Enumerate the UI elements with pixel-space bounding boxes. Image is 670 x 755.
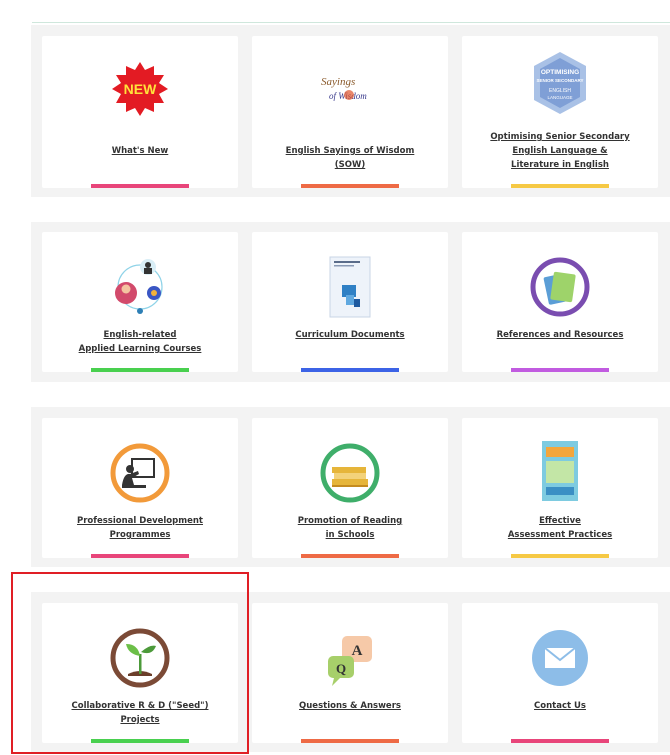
card-accent-bar (301, 739, 399, 743)
card-label: Promotion of Reading in Schools (260, 514, 440, 542)
card-label-line: Projects (120, 715, 160, 725)
card-accent-bar (301, 554, 399, 558)
svg-text:ENGLISH: ENGLISH (549, 88, 571, 94)
seedling-icon (42, 623, 238, 693)
card-english-sayings-of-wisdom[interactable]: Sayings of Wisdom English Sayings of Wis… (252, 36, 448, 188)
card-effective-assessment[interactable]: Effective Assessment Practices (462, 418, 658, 558)
card-accent-bar (91, 368, 189, 372)
card-label-line: Literature in English (511, 160, 609, 170)
card-label-line: References and Resources (496, 330, 624, 340)
card-label: Contact Us (470, 699, 650, 713)
card-label-line: Assessment Practices (507, 530, 613, 540)
card-accent-bar (511, 554, 609, 558)
card-label-line: What's New (111, 146, 169, 156)
teacher-presentation-icon (42, 438, 238, 508)
card-accent-bar (511, 739, 609, 743)
card-label-line: Questions & Answers (299, 701, 401, 711)
new-badge-icon: NEW (42, 54, 238, 124)
card-optimising-senior-secondary[interactable]: OPTIMISING SENIOR SECONDARY ENGLISH LANG… (462, 36, 658, 188)
card-label: Professional Development Programmes (50, 514, 230, 542)
card-label-line: English Sayings of Wisdom (285, 146, 415, 156)
card-label-line: Programmes (109, 530, 171, 540)
card-label: Effective Assessment Practices (470, 514, 650, 542)
svg-text:NEW: NEW (124, 81, 157, 97)
card-contact-us[interactable]: Contact Us (462, 603, 658, 743)
card-label-line: Optimising Senior Secondary (490, 132, 630, 142)
card-english-related-applied-learning[interactable]: English-related Applied Learning Courses (42, 232, 238, 372)
card-whats-new[interactable]: NEW What's New (42, 36, 238, 188)
curriculum-document-icon (252, 252, 448, 322)
svg-text:Sayings: Sayings (321, 76, 355, 88)
card-curriculum-documents[interactable]: Curriculum Documents (252, 232, 448, 372)
card-label-line: in Schools (325, 530, 375, 540)
card-label-line: Curriculum Documents (295, 330, 405, 340)
card-questions-and-answers[interactable]: A Q Questions & Answers (252, 603, 448, 743)
svg-text:LANGUAGE: LANGUAGE (547, 95, 572, 100)
card-label: References and Resources (470, 328, 650, 342)
card-accent-bar (91, 554, 189, 558)
card-label: Collaborative R & D ("Seed") Projects (50, 699, 230, 727)
question-answer-bubbles-icon: A Q (252, 625, 448, 695)
assessment-booklet-icon (462, 436, 658, 506)
card-accent-bar (301, 184, 399, 188)
card-label-line: Professional Development (77, 516, 203, 526)
card-label-line: (SOW) (334, 160, 366, 170)
svg-text:A: A (352, 643, 363, 659)
card-label-line: English Language & (512, 146, 608, 156)
card-label-line: Applied Learning Courses (78, 344, 202, 354)
references-books-icon (462, 252, 658, 322)
card-references-and-resources[interactable]: References and Resources (462, 232, 658, 372)
svg-text:SENIOR SECONDARY: SENIOR SECONDARY (536, 78, 583, 83)
card-label: Optimising Senior Secondary English Lang… (470, 130, 650, 172)
card-label-line: Effective (539, 516, 581, 526)
svg-text:Q: Q (336, 661, 346, 676)
applied-learning-people-icon (42, 252, 238, 322)
svg-text:OPTIMISING: OPTIMISING (541, 69, 579, 76)
card-accent-bar (511, 368, 609, 372)
reading-books-icon (252, 438, 448, 508)
card-label-line: English-related (103, 330, 177, 340)
top-divider (32, 22, 670, 23)
card-accent-bar (91, 739, 189, 743)
card-promotion-of-reading[interactable]: Promotion of Reading in Schools (252, 418, 448, 558)
card-label: Questions & Answers (260, 699, 440, 713)
card-label: Curriculum Documents (260, 328, 440, 342)
card-label-line: Promotion of Reading (297, 516, 403, 526)
card-collaborative-seed-projects[interactable]: Collaborative R & D ("Seed") Projects (42, 603, 238, 743)
card-label: English Sayings of Wisdom (SOW) (260, 144, 440, 172)
card-label: What's New (50, 144, 230, 158)
card-professional-development[interactable]: Professional Development Programmes (42, 418, 238, 558)
card-label-line: Collaborative R & D ("Seed") (71, 701, 209, 711)
card-accent-bar (301, 368, 399, 372)
card-label-line: Contact Us (534, 701, 586, 711)
card-accent-bar (511, 184, 609, 188)
envelope-icon (462, 623, 658, 693)
sayings-of-wisdom-logo: Sayings of Wisdom (252, 54, 448, 124)
optimising-senior-secondary-book-icon: OPTIMISING SENIOR SECONDARY ENGLISH LANG… (462, 48, 658, 118)
card-accent-bar (91, 184, 189, 188)
card-label: English-related Applied Learning Courses (50, 328, 230, 356)
